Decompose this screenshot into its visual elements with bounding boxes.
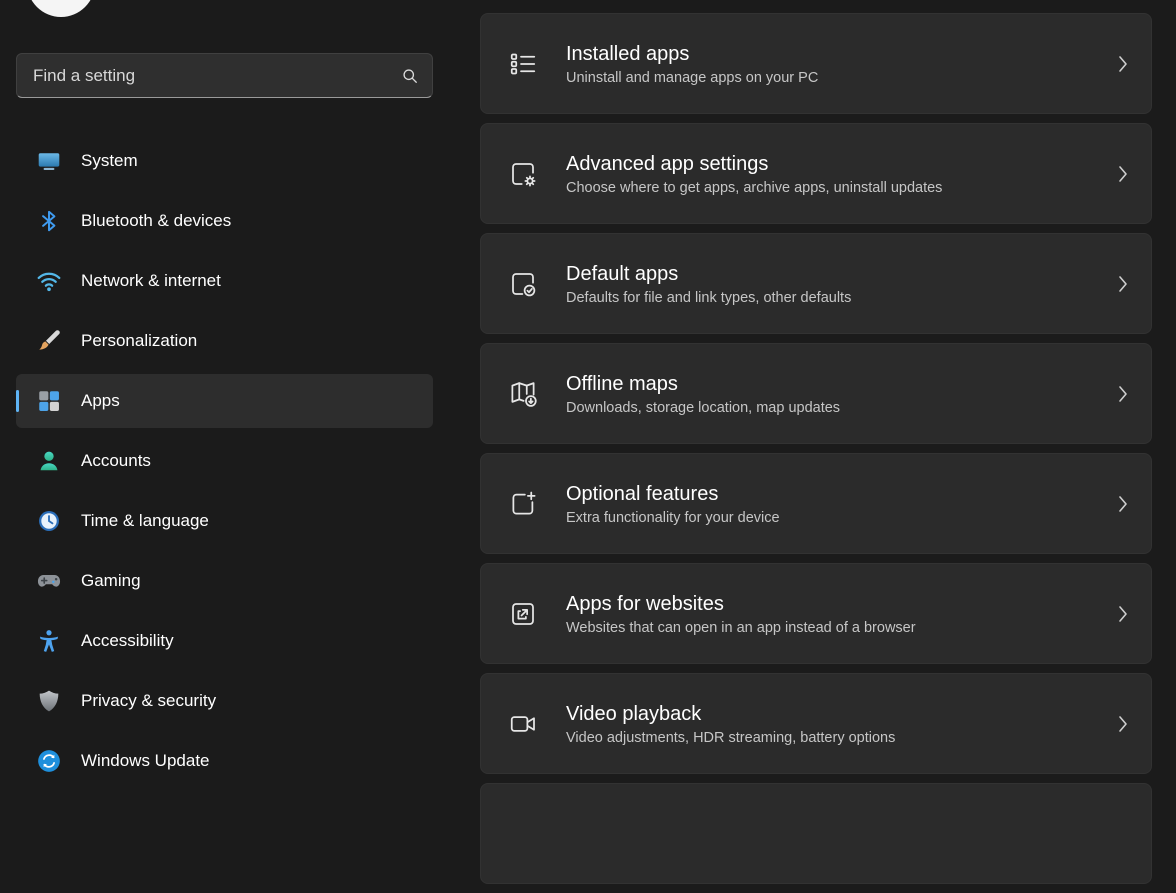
card-title: Advanced app settings bbox=[566, 152, 1103, 177]
card-subtitle: Websites that can open in an app instead… bbox=[566, 620, 1103, 636]
personalization-icon bbox=[36, 328, 62, 354]
card-installed-apps[interactable]: Installed apps Uninstall and manage apps… bbox=[480, 13, 1152, 114]
card-partial[interactable] bbox=[480, 783, 1152, 884]
sidebar-item-accessibility[interactable]: Accessibility bbox=[16, 614, 433, 668]
card-subtitle: Extra functionality for your device bbox=[566, 510, 1103, 526]
card-title: Installed apps bbox=[566, 42, 1103, 67]
sidebar-item-gaming[interactable]: Gaming bbox=[16, 554, 433, 608]
installed-apps-icon bbox=[507, 48, 539, 80]
card-text: Advanced app settings Choose where to ge… bbox=[566, 152, 1103, 196]
sidebar-item-label: Privacy & security bbox=[81, 691, 216, 711]
optional-features-icon bbox=[507, 488, 539, 520]
card-subtitle: Uninstall and manage apps on your PC bbox=[566, 70, 1103, 86]
sidebar-item-accounts[interactable]: Accounts bbox=[16, 434, 433, 488]
chevron-right-icon bbox=[1115, 493, 1133, 515]
sidebar-item-time-language[interactable]: Time & language bbox=[16, 494, 433, 548]
card-text: Default apps Defaults for file and link … bbox=[566, 262, 1103, 306]
accessibility-icon bbox=[36, 628, 62, 654]
sidebar-item-label: Accounts bbox=[81, 451, 151, 471]
sidebar-item-label: Accessibility bbox=[81, 631, 174, 651]
sidebar-item-personalization[interactable]: Personalization bbox=[16, 314, 433, 368]
default-apps-icon bbox=[507, 268, 539, 300]
sidebar-item-privacy-security[interactable]: Privacy & security bbox=[16, 674, 433, 728]
card-apps-for-websites[interactable]: Apps for websites Websites that can open… bbox=[480, 563, 1152, 664]
card-title: Optional features bbox=[566, 482, 1103, 507]
card-text: Apps for websites Websites that can open… bbox=[566, 592, 1103, 636]
selected-accent-pill bbox=[16, 390, 19, 412]
sidebar-nav: System Bluetooth & devices bbox=[16, 134, 433, 794]
card-text: Installed apps Uninstall and manage apps… bbox=[566, 42, 1103, 86]
search-box[interactable] bbox=[16, 53, 433, 98]
card-text: Offline maps Downloads, storage location… bbox=[566, 372, 1103, 416]
sidebar-item-label: Gaming bbox=[81, 571, 141, 591]
card-title: Offline maps bbox=[566, 372, 1103, 397]
apps-icon bbox=[36, 388, 62, 414]
advanced-app-settings-icon bbox=[507, 158, 539, 190]
apps-for-websites-icon bbox=[507, 598, 539, 630]
chevron-right-icon bbox=[1115, 53, 1133, 75]
sidebar-item-windows-update[interactable]: Windows Update bbox=[16, 734, 433, 788]
sidebar-item-label: Time & language bbox=[81, 511, 209, 531]
card-subtitle: Defaults for file and link types, other … bbox=[566, 290, 1103, 306]
network-icon bbox=[36, 268, 62, 294]
chevron-right-icon bbox=[1115, 713, 1133, 735]
card-offline-maps[interactable]: Offline maps Downloads, storage location… bbox=[480, 343, 1152, 444]
sidebar-item-system[interactable]: System bbox=[16, 134, 433, 188]
gaming-icon bbox=[36, 568, 62, 594]
sidebar-item-label: Bluetooth & devices bbox=[81, 211, 231, 231]
card-text: Video playback Video adjustments, HDR st… bbox=[566, 702, 1103, 746]
sidebar-item-label: Windows Update bbox=[81, 751, 210, 771]
system-icon bbox=[36, 148, 62, 174]
card-title: Apps for websites bbox=[566, 592, 1103, 617]
sidebar-item-label: Network & internet bbox=[81, 271, 221, 291]
sidebar-item-label: Apps bbox=[81, 391, 120, 411]
card-video-playback[interactable]: Video playback Video adjustments, HDR st… bbox=[480, 673, 1152, 774]
card-advanced-app-settings[interactable]: Advanced app settings Choose where to ge… bbox=[480, 123, 1152, 224]
chevron-right-icon bbox=[1115, 163, 1133, 185]
card-text: Optional features Extra functionality fo… bbox=[566, 482, 1103, 526]
sidebar-item-label: System bbox=[81, 151, 138, 171]
chevron-right-icon bbox=[1115, 603, 1133, 625]
sidebar-item-apps[interactable]: Apps bbox=[16, 374, 433, 428]
accounts-icon bbox=[36, 448, 62, 474]
chevron-right-icon bbox=[1115, 273, 1133, 295]
card-subtitle: Video adjustments, HDR streaming, batter… bbox=[566, 730, 1103, 746]
settings-list: Installed apps Uninstall and manage apps… bbox=[480, 13, 1152, 893]
time-language-icon bbox=[36, 508, 62, 534]
sidebar-item-network-internet[interactable]: Network & internet bbox=[16, 254, 433, 308]
card-subtitle: Downloads, storage location, map updates bbox=[566, 400, 1103, 416]
card-subtitle: Choose where to get apps, archive apps, … bbox=[566, 180, 1103, 196]
video-playback-icon bbox=[507, 708, 539, 740]
avatar[interactable] bbox=[27, 0, 95, 17]
sidebar-item-bluetooth-devices[interactable]: Bluetooth & devices bbox=[16, 194, 433, 248]
bluetooth-icon bbox=[36, 208, 62, 234]
sidebar-item-label: Personalization bbox=[81, 331, 197, 351]
search-input[interactable] bbox=[31, 65, 400, 87]
privacy-security-icon bbox=[36, 688, 62, 714]
windows-update-icon bbox=[36, 748, 62, 774]
chevron-right-icon bbox=[1115, 383, 1133, 405]
card-optional-features[interactable]: Optional features Extra functionality fo… bbox=[480, 453, 1152, 554]
card-title: Default apps bbox=[566, 262, 1103, 287]
card-default-apps[interactable]: Default apps Defaults for file and link … bbox=[480, 233, 1152, 334]
card-title: Video playback bbox=[566, 702, 1103, 727]
search-icon bbox=[400, 66, 420, 86]
offline-maps-icon bbox=[507, 378, 539, 410]
